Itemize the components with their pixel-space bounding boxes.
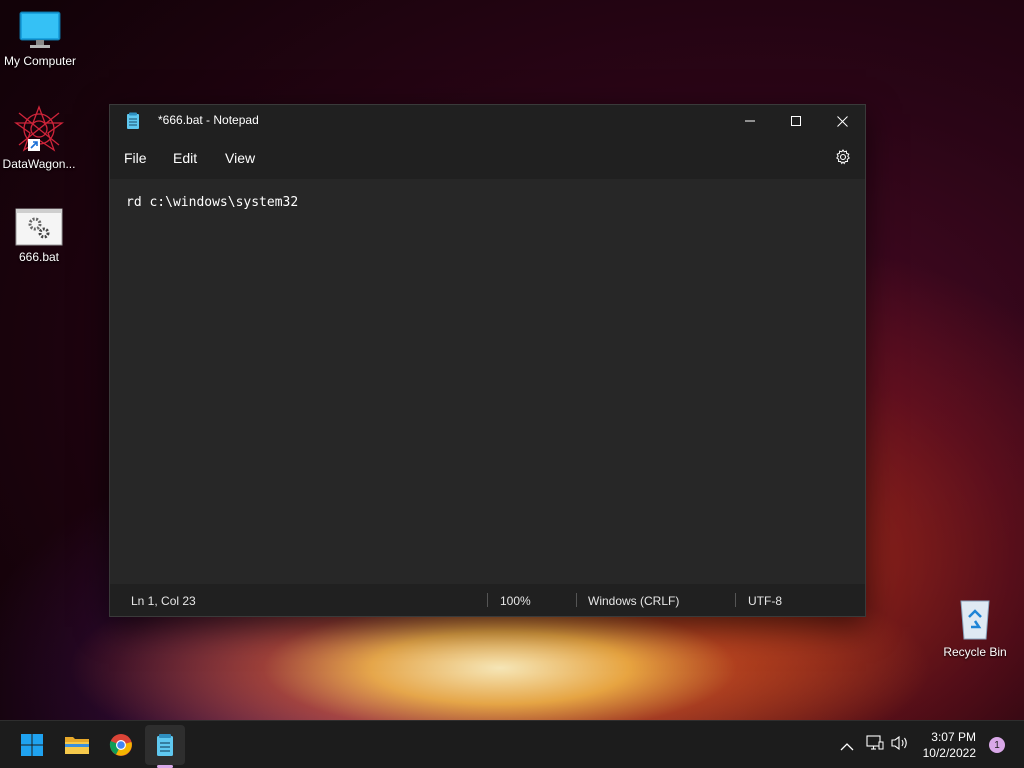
close-button[interactable] [819, 105, 865, 137]
desktop-icon-label: DataWagon... [2, 157, 76, 171]
show-hidden-icons-button[interactable] [840, 737, 854, 756]
batch-file-icon [15, 208, 63, 246]
desktop-icon-recycle-bin[interactable]: Recycle Bin [935, 597, 1015, 659]
clock-date: 10/2/2022 [922, 746, 976, 760]
status-bar: Ln 1, Col 23 100% Windows (CRLF) UTF-8 [110, 584, 865, 616]
notepad-taskbar-button[interactable] [145, 725, 185, 765]
notepad-icon [157, 734, 173, 756]
cursor-position: Ln 1, Col 23 [131, 594, 196, 608]
line-ending: Windows (CRLF) [588, 594, 680, 608]
taskbar: 3:07 PM 10/2/2022 1 [0, 720, 1024, 768]
settings-button[interactable] [835, 149, 851, 169]
clock-time: 3:07 PM [931, 730, 976, 744]
desktop-icon-my-computer[interactable]: My Computer [0, 10, 80, 68]
desktop-icon-label: My Computer [3, 54, 77, 68]
window-title: *666.bat - Notepad [158, 113, 259, 127]
file-explorer-button[interactable] [57, 725, 97, 765]
clock[interactable]: 3:07 PM 10/2/2022 [923, 729, 976, 761]
windows-start-icon [21, 734, 43, 756]
title-bar[interactable]: *666.bat - Notepad [110, 105, 865, 137]
zoom-level: 100% [500, 594, 531, 608]
desktop-icon-666-bat[interactable]: 666.bat [0, 208, 79, 264]
desktop-icon-label: 666.bat [18, 250, 60, 264]
notepad-icon [126, 112, 140, 134]
recycle-bin-icon [955, 597, 995, 641]
menu-bar: File Edit View [110, 137, 865, 179]
shortcut-arrow-icon [28, 139, 40, 151]
monitor-icon [18, 10, 62, 50]
minimize-button[interactable] [727, 105, 773, 137]
menu-view[interactable]: View [225, 150, 255, 166]
desktop-icon-label: Recycle Bin [943, 645, 1007, 659]
notepad-window: *666.bat - Notepad File Edit View rd c:\… [109, 104, 866, 617]
encoding: UTF-8 [748, 594, 782, 608]
file-explorer-icon [65, 737, 89, 754]
maximize-icon [791, 116, 801, 126]
start-button[interactable] [12, 725, 52, 765]
maximize-button[interactable] [773, 105, 819, 137]
close-icon [836, 115, 848, 127]
desktop-icon-datawagon[interactable]: DataWagon... [0, 105, 79, 171]
text-editor[interactable]: rd c:\windows\system32 [110, 179, 865, 584]
editor-content: rd c:\windows\system32 [126, 195, 299, 210]
chrome-button[interactable] [101, 725, 141, 765]
menu-file[interactable]: File [124, 150, 147, 166]
status-divider [487, 593, 488, 607]
chrome-icon [109, 734, 132, 756]
status-divider [735, 593, 736, 607]
minimize-icon [745, 120, 755, 122]
notification-badge[interactable]: 1 [989, 737, 1005, 753]
volume-icon [891, 735, 907, 751]
datawagon-logo-icon [13, 105, 65, 153]
volume-button[interactable] [890, 735, 910, 755]
status-divider [576, 593, 577, 607]
network-button[interactable] [866, 735, 884, 755]
network-icon [866, 735, 884, 750]
gear-icon [836, 149, 850, 165]
chevron-up-icon [840, 743, 854, 751]
menu-edit[interactable]: Edit [173, 150, 197, 166]
